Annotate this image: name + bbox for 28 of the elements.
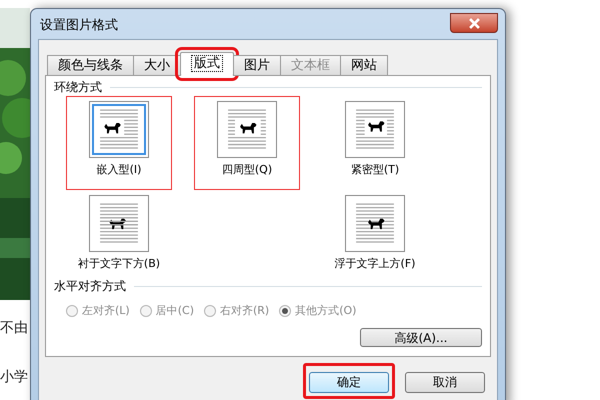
section-heading: 水平对齐方式 [54, 278, 126, 295]
option-label: 衬于文字下方(B) [78, 256, 160, 272]
tab[interactable]: 图片 [233, 55, 281, 76]
option-label: 紧密型(T) [350, 162, 400, 178]
advanced-button[interactable]: 高级(A)... [360, 328, 482, 346]
close-icon [468, 18, 480, 28]
wrap-style-icon[interactable] [217, 101, 277, 158]
option-label: 浮于文字上方(F) [334, 256, 416, 272]
tab[interactable]: 大小 [133, 55, 181, 76]
wrap-option[interactable]: 嵌入型(I) [66, 96, 172, 190]
wrap-option[interactable]: 紧密型(T) [322, 96, 428, 190]
wrap-style-icon[interactable] [89, 101, 149, 158]
wrap-option[interactable]: 浮于文字上方(F) [322, 190, 428, 275]
close-button[interactable] [450, 13, 498, 33]
section-heading: 环绕方式 [54, 79, 102, 96]
document-text: 不由 [0, 319, 28, 338]
wrap-style-icon[interactable] [345, 194, 405, 252]
document-text: 小学 [0, 368, 28, 387]
dialog-button[interactable]: 取消 [405, 372, 485, 392]
tab[interactable]: 颜色与线条 [47, 55, 134, 76]
window-title: 设置图片格式 [39, 17, 118, 36]
tab[interactable]: 网站 [340, 55, 388, 76]
option-label: 嵌入型(I) [96, 162, 142, 178]
dialog-button[interactable]: 确定 [309, 372, 389, 392]
wrap-option[interactable]: 衬于文字下方(B) [66, 190, 172, 275]
wrap-style-icon[interactable] [345, 101, 405, 158]
wrap-option[interactable]: 四周型(Q) [194, 96, 300, 190]
option-label: 四周型(Q) [222, 162, 272, 178]
